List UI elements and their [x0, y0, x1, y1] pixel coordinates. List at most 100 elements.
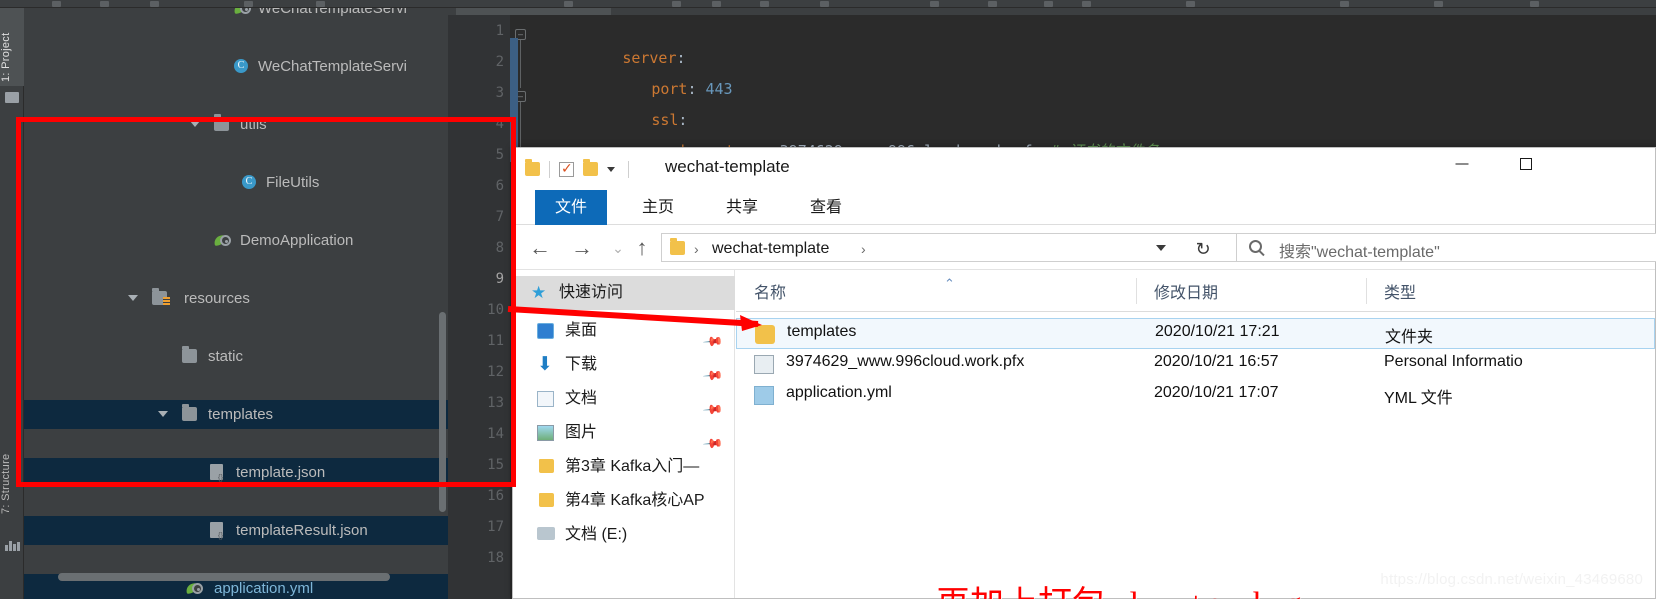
- table-row[interactable]: templates 2020/10/21 17:21 文件夹: [736, 318, 1655, 349]
- ribbon-tab-bar[interactable]: 文件 主页 共享 查看: [513, 190, 1655, 225]
- tree-row-label: templates: [208, 406, 274, 423]
- chevron-down-icon[interactable]: [1156, 245, 1166, 251]
- column-header-name[interactable]: 名称: [754, 270, 786, 311]
- tab-share[interactable]: 共享: [709, 190, 775, 225]
- breadcrumb-item[interactable]: wechat-template: [712, 238, 829, 259]
- toolbar-icon[interactable]: [672, 1, 681, 7]
- project-tree-panel[interactable]: WeChatTemplateServi C WeChatTemplateServ…: [24, 8, 448, 599]
- tree-row[interactable]: static: [24, 342, 448, 371]
- tree-row[interactable]: templates: [24, 400, 448, 429]
- sidebar-tab-project[interactable]: 1: Project: [0, 8, 24, 86]
- class-icon: C: [234, 59, 248, 73]
- nav-item-pictures[interactable]: 图片 📌: [513, 416, 735, 455]
- maximize-button[interactable]: [1503, 148, 1549, 179]
- nav-item-folder-ch4[interactable]: 第4章 Kafka核心AP: [513, 484, 735, 518]
- ide-toolbar: [0, 0, 1656, 8]
- file-date: 2020/10/21 17:21: [1155, 323, 1280, 340]
- recent-locations-button[interactable]: ⌄: [605, 235, 631, 261]
- editor-tab-active[interactable]: [456, 8, 611, 15]
- tab-file[interactable]: 文件: [535, 190, 607, 225]
- chevron-down-icon[interactable]: [607, 166, 615, 172]
- nav-item-drive-e[interactable]: 文档 (E:): [513, 518, 735, 552]
- address-bar[interactable]: › wechat-template › ↻ 搜索"wechat-template…: [661, 233, 1656, 262]
- toolbar-icon[interactable]: [564, 1, 573, 7]
- nav-item-folder-ch3[interactable]: 第3章 Kafka入门—: [513, 450, 735, 484]
- column-header-date[interactable]: 修改日期: [1154, 270, 1218, 311]
- file-explorer-window[interactable]: wechat-template 文件 主页 共享 查看 ← → ⌄ ↑ › we…: [512, 147, 1656, 599]
- json-file-icon: [210, 464, 226, 482]
- line-number: 9: [495, 271, 504, 287]
- line-number: 13: [487, 395, 504, 411]
- toolbar-icon[interactable]: [150, 1, 159, 7]
- toolbar-icon[interactable]: [1044, 1, 1053, 7]
- search-box[interactable]: 搜索"wechat-template": [1236, 233, 1656, 262]
- chevron-down-icon[interactable]: [158, 411, 168, 417]
- maximize-icon: [1520, 157, 1532, 170]
- tree-row-label: WeChatTemplateServi: [258, 8, 407, 17]
- minimize-button[interactable]: [1439, 148, 1485, 179]
- nav-item-label: 第4章 Kafka核心AP: [565, 492, 705, 509]
- back-button[interactable]: ←: [527, 235, 553, 261]
- minimize-icon: [1455, 163, 1469, 164]
- toolbar-icon[interactable]: [244, 1, 253, 7]
- toolbar-icon[interactable]: [988, 1, 997, 7]
- project-tree-horizontal-scrollbar[interactable]: [58, 573, 390, 581]
- tree-row[interactable]: template.json: [24, 458, 448, 487]
- nav-item-desktop[interactable]: 桌面 📌: [513, 314, 735, 353]
- toolbar-icon[interactable]: [1186, 1, 1195, 7]
- toolbar-icon[interactable]: [1434, 1, 1443, 7]
- toolbar-icon[interactable]: [820, 1, 829, 7]
- table-row[interactable]: application.yml 2020/10/21 17:07 YML 文件: [736, 380, 1655, 411]
- tree-row[interactable]: C FileUtils: [24, 168, 448, 197]
- tree-row-label: static: [208, 348, 244, 365]
- toolbar-icon[interactable]: [1530, 1, 1539, 7]
- toolbar-icon[interactable]: [52, 1, 61, 7]
- properties-checkbox-icon[interactable]: [559, 160, 574, 177]
- line-number: 11: [487, 333, 504, 349]
- quick-access-toolbar[interactable]: [525, 158, 629, 180]
- table-row[interactable]: 3974629_www.996cloud.work.pfx 2020/10/21…: [736, 349, 1655, 380]
- tab-view[interactable]: 查看: [793, 190, 859, 225]
- bars-icon[interactable]: [5, 540, 20, 551]
- chevron-down-icon[interactable]: [128, 295, 138, 301]
- up-button[interactable]: ↑: [629, 235, 655, 261]
- breadcrumb-separator[interactable]: ›: [861, 239, 866, 259]
- tab-home[interactable]: 主页: [625, 190, 691, 225]
- toolbar-icon[interactable]: [712, 1, 721, 7]
- chevron-down-icon[interactable]: [190, 121, 200, 127]
- column-header-type[interactable]: 类型: [1384, 270, 1416, 311]
- tree-row[interactable]: templateResult.json: [24, 516, 448, 545]
- toolbar-icon[interactable]: [316, 1, 325, 7]
- forward-button[interactable]: →: [569, 235, 595, 261]
- nav-item-downloads[interactable]: ⬇ 下载 📌: [513, 348, 735, 387]
- watermark: https://blog.csdn.net/weixin_43469680: [1380, 571, 1643, 588]
- tree-row[interactable]: resources: [24, 284, 448, 313]
- toolbar-icon[interactable]: [100, 1, 109, 7]
- toolbar-icon[interactable]: [1082, 1, 1091, 7]
- tree-row-label: utils: [240, 116, 267, 133]
- toolbar-icon[interactable]: [1340, 1, 1349, 7]
- sort-ascending-icon: ⌃: [944, 276, 955, 291]
- file-list-pane[interactable]: ⌃ 名称 修改日期 类型 templates 2020/10/21 17:21 …: [736, 270, 1655, 599]
- nav-item-label: 文档 (E:): [565, 526, 628, 543]
- project-tree-vertical-scrollbar[interactable]: [439, 312, 446, 512]
- tree-row[interactable]: WeChatTemplateServi: [24, 8, 448, 23]
- tree-row[interactable]: DemoApplication: [24, 226, 448, 255]
- toolbar-icon[interactable]: [930, 1, 939, 7]
- nav-item-documents[interactable]: 文档 📌: [513, 382, 735, 421]
- sidebar-tab-structure[interactable]: 7: Structure: [0, 438, 24, 518]
- line-number: 14: [487, 426, 504, 442]
- refresh-icon[interactable]: ↻: [1192, 238, 1214, 260]
- folder-icon[interactable]: [5, 92, 19, 103]
- yaml-value: 443: [705, 80, 733, 98]
- search-input[interactable]: 搜索"wechat-template": [1279, 238, 1440, 262]
- tree-row[interactable]: utils: [24, 110, 448, 139]
- drive-icon: [537, 527, 555, 540]
- navigation-pane[interactable]: ★ 快速访问 桌面 📌 ⬇ 下载 📌 文档 📌 图片 📌 第3章 Kafka入门…: [513, 270, 735, 598]
- nav-item-quick-access[interactable]: ★ 快速访问: [513, 276, 735, 310]
- new-folder-icon[interactable]: [583, 159, 598, 176]
- toolbar-icon[interactable]: [760, 1, 769, 7]
- folder-icon[interactable]: [525, 159, 540, 176]
- tree-row-label: templateResult.json: [236, 522, 368, 539]
- tree-row[interactable]: C WeChatTemplateServi: [24, 52, 448, 81]
